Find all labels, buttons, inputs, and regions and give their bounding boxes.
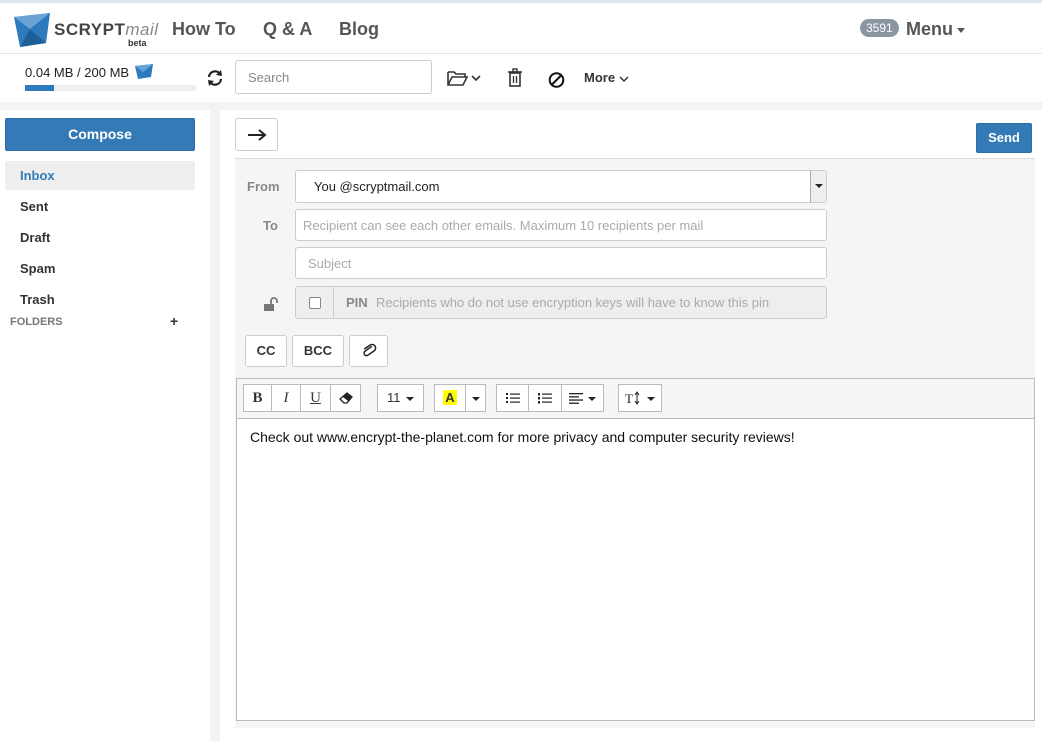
attach-button[interactable] [349, 335, 388, 367]
trash-icon[interactable] [507, 68, 523, 88]
to-field[interactable] [295, 209, 827, 241]
sidebar-item-trash[interactable]: Trash [5, 285, 195, 314]
eraser-icon [338, 392, 353, 404]
add-folder-plus-icon[interactable]: + [170, 313, 178, 329]
subject-field[interactable] [295, 247, 827, 279]
bcc-button[interactable]: BCC [292, 335, 344, 367]
compose-button[interactable]: Compose [5, 118, 195, 151]
pin-group: PIN [295, 286, 827, 319]
to-label: To [263, 218, 278, 233]
envelope-logo-icon [14, 13, 50, 47]
storage-usage: 0.04 MB / 200 MB [25, 64, 153, 80]
more-dropdown[interactable]: More [584, 70, 629, 85]
from-dropdown-arrow-icon[interactable] [810, 171, 826, 202]
pin-input[interactable] [376, 287, 826, 318]
highlight-a-icon: A [443, 390, 457, 405]
sidebar: Compose Inbox Sent Draft Spam Trash FOLD… [0, 110, 210, 741]
search-input[interactable] [235, 60, 432, 94]
nav-link-blog[interactable]: Blog [339, 19, 379, 40]
highlight-color-button[interactable]: A [434, 384, 466, 412]
menu-label: Menu [906, 19, 953, 39]
highlight-color-dropdown[interactable] [465, 384, 486, 412]
arrow-right-icon [248, 129, 267, 141]
from-select[interactable]: You @scryptmail.com [295, 170, 827, 203]
compose-form: From You @scryptmail.com To PIN CC BCC B [235, 158, 1035, 728]
sidebar-item-sent[interactable]: Sent [5, 192, 195, 221]
rich-text-editor: B I U 11 A T Check out www.encrypt-the-p… [236, 378, 1035, 721]
storage-total: / 200 MB [77, 65, 130, 80]
folder-move-icon[interactable] [447, 68, 483, 88]
underline-button[interactable]: U [300, 384, 331, 412]
folders-heading: FOLDERS [10, 316, 63, 328]
clear-format-button[interactable] [330, 384, 361, 412]
numbered-list-button[interactable] [528, 384, 562, 412]
refresh-icon[interactable] [206, 69, 224, 87]
numbered-list-icon [538, 393, 552, 404]
font-size-value: 11 [386, 390, 401, 405]
chevron-down-icon [619, 76, 629, 83]
mail-toolbar: 0.04 MB / 200 MB More [0, 54, 1042, 102]
bold-button[interactable]: B [243, 384, 272, 412]
editor-toolbar: B I U 11 A T [237, 379, 1034, 419]
main-menu-dropdown[interactable]: Menu [906, 19, 965, 40]
more-label: More [584, 70, 616, 85]
nav-link-qa[interactable]: Q & A [263, 19, 312, 40]
back-button[interactable] [235, 118, 278, 151]
italic-button[interactable]: I [271, 384, 301, 412]
from-label: From [247, 179, 280, 194]
paperclip-icon [362, 343, 376, 357]
paragraph-align-dropdown[interactable] [561, 384, 604, 412]
caret-down-icon [471, 396, 480, 401]
send-button[interactable]: Send [976, 123, 1032, 153]
unlock-icon[interactable] [263, 296, 279, 312]
caret-down-icon [406, 396, 415, 401]
svg-text:T: T [625, 391, 633, 405]
logo-beta-tag: beta [128, 38, 147, 48]
align-left-icon [568, 393, 583, 404]
storage-progress-bar [25, 85, 196, 91]
unread-count-badge: 3591 [860, 19, 899, 37]
pin-checkbox[interactable] [296, 287, 334, 318]
logo-wordmark: SCRYPTmail [54, 20, 159, 39]
storage-progress-fill [25, 85, 55, 91]
envelope-icon [134, 64, 153, 79]
caret-down-icon [646, 397, 655, 401]
caret-down-icon [957, 27, 965, 33]
caret-down-icon [588, 397, 597, 401]
bullet-list-button[interactable] [496, 384, 529, 412]
sidebar-item-inbox[interactable]: Inbox [5, 161, 195, 190]
sidebar-item-spam[interactable]: Spam [5, 254, 195, 283]
editor-body-text[interactable]: Check out www.encrypt-the-planet.com for… [250, 429, 795, 445]
font-size-dropdown[interactable]: 11 [377, 384, 424, 412]
line-height-icon: T [625, 391, 640, 406]
top-navbar: SCRYPTmail beta How To Q & A Blog 3591 M… [0, 3, 1042, 54]
scryptmail-logo[interactable]: SCRYPTmail beta [14, 11, 158, 51]
from-value: You @scryptmail.com [314, 179, 440, 194]
storage-used: 0.04 MB [25, 65, 74, 80]
cc-button[interactable]: CC [245, 335, 287, 367]
block-icon[interactable] [548, 70, 565, 90]
line-height-dropdown[interactable]: T [618, 384, 662, 412]
pin-label: PIN [346, 295, 368, 310]
bullet-list-icon [505, 393, 520, 403]
checkbox-box [309, 297, 321, 309]
compose-area: Send From You @scryptmail.com To PIN CC … [220, 110, 1042, 741]
sidebar-item-draft[interactable]: Draft [5, 223, 195, 252]
nav-link-how-to[interactable]: How To [172, 19, 236, 40]
